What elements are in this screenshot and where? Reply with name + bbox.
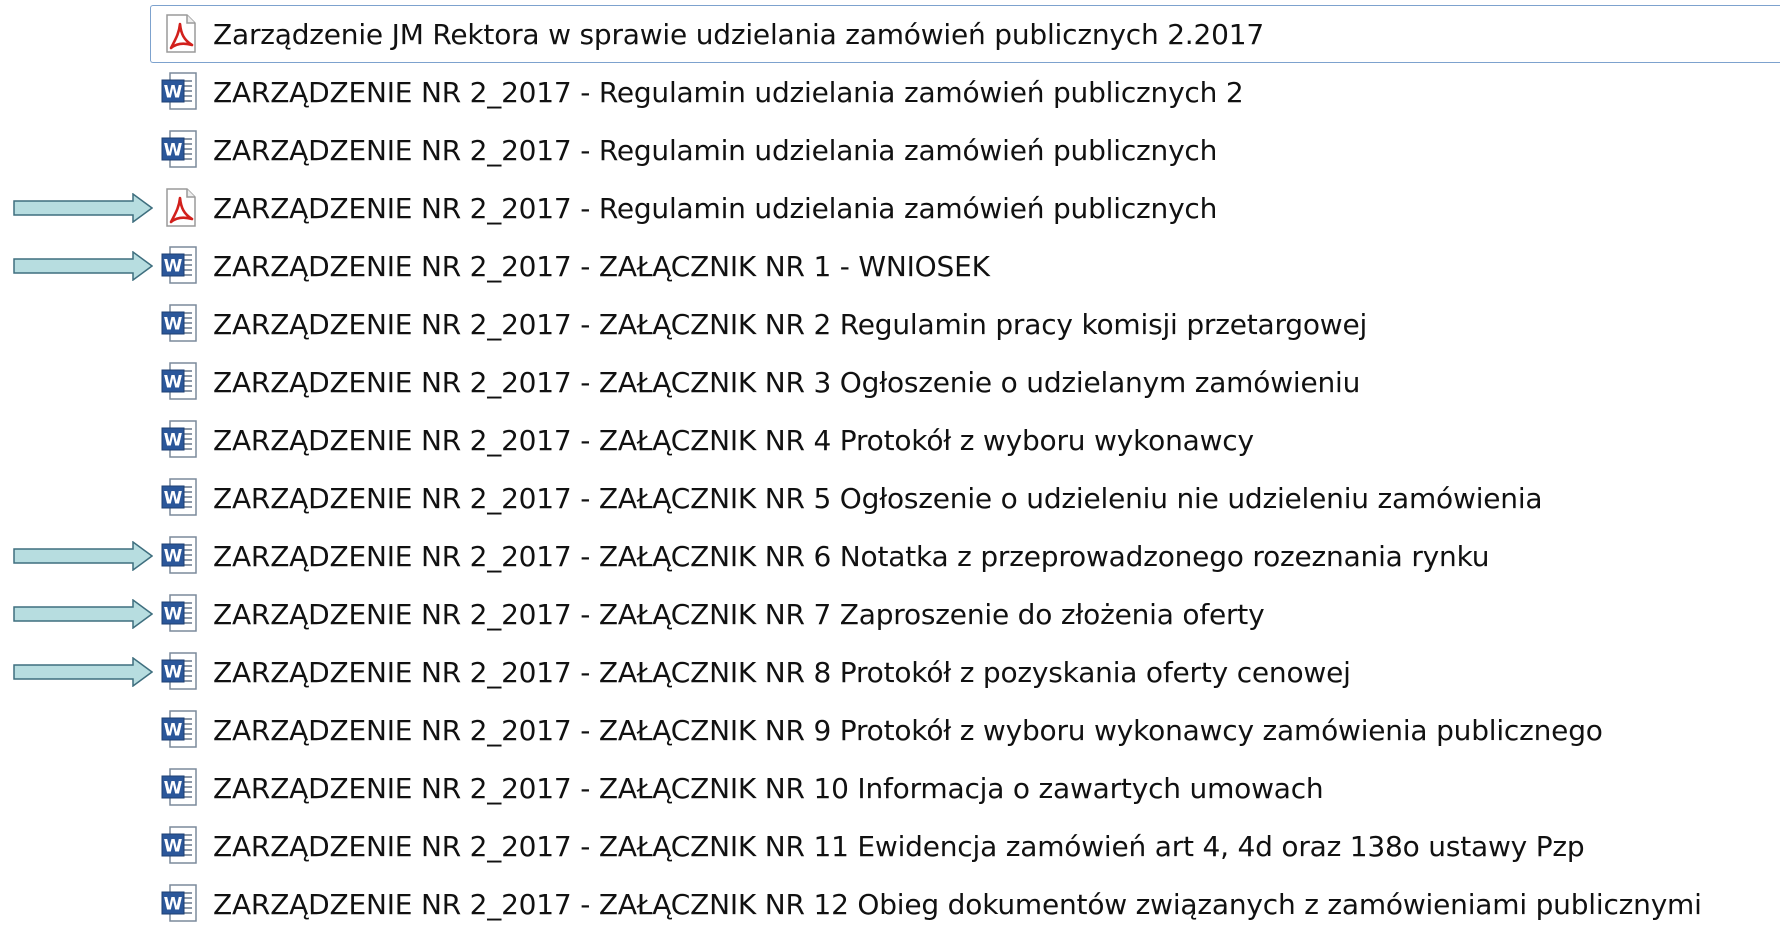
file-list-item[interactable]: W ZARZĄDZENIE NR 2_2017 - ZAŁĄCZNIK NR 5… <box>150 469 1780 527</box>
file-name-label: ZARZĄDZENIE NR 2_2017 - ZAŁĄCZNIK NR 5 O… <box>213 481 1543 515</box>
file-name-label: ZARZĄDZENIE NR 2_2017 - ZAŁĄCZNIK NR 6 N… <box>213 539 1490 573</box>
word-document-icon: W <box>161 710 197 748</box>
file-name-label: ZARZĄDZENIE NR 2_2017 - ZAŁĄCZNIK NR 7 Z… <box>213 597 1265 631</box>
file-list-item[interactable]: W ZARZĄDZENIE NR 2_2017 - Regulamin udzi… <box>150 63 1780 121</box>
svg-text:W: W <box>164 83 183 103</box>
file-list-item[interactable]: W ZARZĄDZENIE NR 2_2017 - ZAŁĄCZNIK NR 1… <box>13 237 1780 295</box>
svg-text:W: W <box>164 373 183 393</box>
svg-text:W: W <box>164 489 183 509</box>
file-name-label: ZARZĄDZENIE NR 2_2017 - ZAŁĄCZNIK NR 9 P… <box>213 713 1603 747</box>
word-document-icon: W <box>161 594 197 632</box>
svg-text:W: W <box>164 837 183 857</box>
file-name-label: ZARZĄDZENIE NR 2_2017 - ZAŁĄCZNIK NR 11 … <box>213 829 1585 863</box>
word-document-icon: W <box>161 246 197 284</box>
file-list-item[interactable]: W ZARZĄDZENIE NR 2_2017 - ZAŁĄCZNIK NR 1… <box>150 817 1780 875</box>
file-list-item[interactable]: W ZARZĄDZENIE NR 2_2017 - ZAŁĄCZNIK NR 6… <box>13 527 1780 585</box>
file-name-label: ZARZĄDZENIE NR 2_2017 - ZAŁĄCZNIK NR 8 P… <box>213 655 1351 689</box>
file-name-label: ZARZĄDZENIE NR 2_2017 - ZAŁĄCZNIK NR 4 P… <box>213 423 1254 457</box>
annotation-arrow <box>13 193 153 223</box>
file-list: Zarządzenie JM Rektora w sprawie udziela… <box>13 5 1780 933</box>
file-list-item[interactable]: ZARZĄDZENIE NR 2_2017 - Regulamin udziel… <box>13 179 1780 237</box>
svg-text:W: W <box>164 605 183 625</box>
file-list-item[interactable]: W ZARZĄDZENIE NR 2_2017 - ZAŁĄCZNIK NR 4… <box>150 411 1780 469</box>
annotation-arrow <box>13 251 153 281</box>
file-name-label: ZARZĄDZENIE NR 2_2017 - ZAŁĄCZNIK NR 3 O… <box>213 365 1361 399</box>
annotation-arrow <box>13 599 153 629</box>
annotation-arrow <box>13 657 153 687</box>
word-document-icon: W <box>161 826 197 864</box>
pdf-icon <box>166 14 196 53</box>
file-list-item[interactable]: W ZARZĄDZENIE NR 2_2017 - ZAŁĄCZNIK NR 1… <box>150 875 1780 933</box>
file-list-item[interactable]: W ZARZĄDZENIE NR 2_2017 - ZAŁĄCZNIK NR 3… <box>150 353 1780 411</box>
word-document-icon: W <box>161 884 197 922</box>
file-name-label: ZARZĄDZENIE NR 2_2017 - Regulamin udziel… <box>213 191 1218 225</box>
svg-text:W: W <box>164 257 183 277</box>
svg-text:W: W <box>164 663 183 683</box>
svg-text:W: W <box>164 547 183 567</box>
word-document-icon: W <box>161 420 197 458</box>
svg-text:W: W <box>164 141 183 161</box>
svg-text:W: W <box>164 431 183 451</box>
file-list-item[interactable]: W ZARZĄDZENIE NR 2_2017 - ZAŁĄCZNIK NR 9… <box>150 701 1780 759</box>
file-name-label: ZARZĄDZENIE NR 2_2017 - ZAŁĄCZNIK NR 10 … <box>213 771 1324 805</box>
word-document-icon: W <box>161 768 197 806</box>
file-name-label: ZARZĄDZENIE NR 2_2017 - ZAŁĄCZNIK NR 1 -… <box>213 249 990 283</box>
word-document-icon: W <box>161 362 197 400</box>
file-list-item[interactable]: W ZARZĄDZENIE NR 2_2017 - Regulamin udzi… <box>150 121 1780 179</box>
svg-text:W: W <box>164 315 183 335</box>
file-name-label: Zarządzenie JM Rektora w sprawie udziela… <box>213 17 1264 51</box>
file-name-label: ZARZĄDZENIE NR 2_2017 - ZAŁĄCZNIK NR 2 R… <box>213 307 1368 341</box>
svg-text:W: W <box>164 779 183 799</box>
word-document-icon: W <box>161 478 197 516</box>
pdf-icon <box>166 188 196 227</box>
word-document-icon: W <box>161 304 197 342</box>
file-list-item[interactable]: W ZARZĄDZENIE NR 2_2017 - ZAŁĄCZNIK NR 2… <box>150 295 1780 353</box>
word-document-icon: W <box>161 72 197 110</box>
file-name-label: ZARZĄDZENIE NR 2_2017 - Regulamin udziel… <box>213 75 1244 109</box>
svg-text:W: W <box>164 895 183 915</box>
file-list-item[interactable]: W ZARZĄDZENIE NR 2_2017 - ZAŁĄCZNIK NR 8… <box>13 643 1780 701</box>
word-document-icon: W <box>161 536 197 574</box>
file-list-item[interactable]: Zarządzenie JM Rektora w sprawie udziela… <box>150 5 1780 63</box>
annotation-arrow <box>13 541 153 571</box>
word-document-icon: W <box>161 652 197 690</box>
file-name-label: ZARZĄDZENIE NR 2_2017 - Regulamin udziel… <box>213 133 1218 167</box>
word-document-icon: W <box>161 130 197 168</box>
file-list-item[interactable]: W ZARZĄDZENIE NR 2_2017 - ZAŁĄCZNIK NR 1… <box>150 759 1780 817</box>
svg-text:W: W <box>164 721 183 741</box>
file-list-item[interactable]: W ZARZĄDZENIE NR 2_2017 - ZAŁĄCZNIK NR 7… <box>13 585 1780 643</box>
